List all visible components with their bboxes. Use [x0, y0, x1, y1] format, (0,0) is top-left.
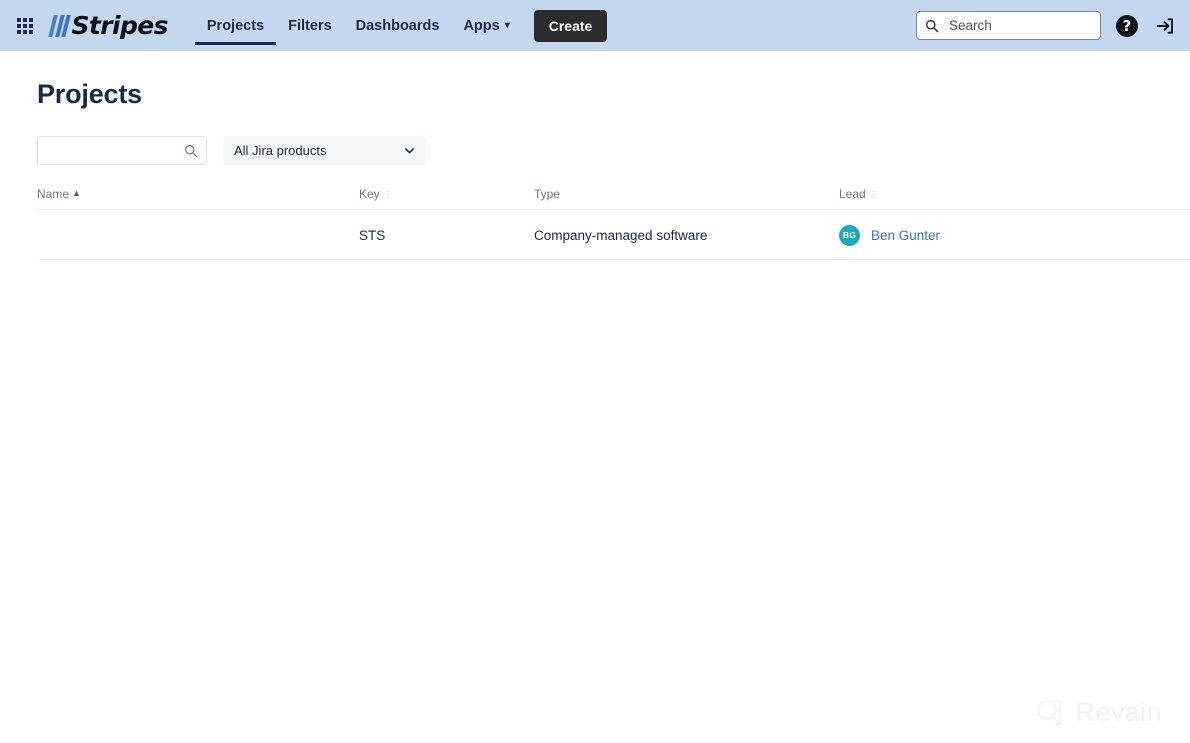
column-header-key[interactable]: Key ⋮ [359, 187, 534, 210]
stripes-logo-icon [48, 14, 71, 37]
column-header-name[interactable]: Name ▲ [37, 187, 359, 210]
column-header-type[interactable]: Type [534, 187, 839, 210]
page-content: Projects All Jira products Name▲ Key⋮ [0, 51, 1190, 260]
table-body: Stripes STS Company-managed software BG … [37, 209, 1190, 260]
chevron-down-icon: ▾ [504, 19, 510, 31]
brand-logo[interactable]: Stripes [48, 11, 169, 40]
column-header-actions [1092, 187, 1190, 210]
column-header-lead[interactable]: Lead ⋮ [839, 187, 1092, 210]
global-search[interactable] [916, 11, 1101, 40]
create-button[interactable]: Create [533, 9, 608, 42]
nav-item-filters-label: Filters [288, 17, 332, 34]
global-search-input[interactable] [916, 11, 1101, 40]
project-name-cell: Stripes [0, 225, 359, 245]
sort-idle-icon: ⋮ [869, 190, 878, 199]
project-search[interactable] [37, 136, 207, 165]
table-row[interactable]: Stripes STS Company-managed software BG … [37, 209, 1190, 260]
main-nav: Projects Filters Dashboards Apps ▾ [194, 0, 522, 51]
brand-name: Stripes [71, 11, 169, 40]
help-icon[interactable]: ? [1116, 14, 1138, 37]
nav-item-apps[interactable]: Apps ▾ [451, 0, 521, 51]
lead-cell: BG Ben Gunter [839, 224, 1092, 246]
column-header-name-label: Name [37, 187, 70, 201]
nav-item-filters[interactable]: Filters [276, 0, 344, 51]
cell-actions [1092, 209, 1190, 260]
projects-table: Name ▲ Key ⋮ Type Lead ⋮ STS Company-man… [37, 187, 1190, 260]
nav-item-apps-label: Apps [463, 17, 500, 34]
revain-watermark: Revain [1032, 695, 1162, 729]
cell-lead: BG Ben Gunter [839, 209, 1092, 260]
revain-logo-icon [1036, 700, 1061, 725]
sort-ascending-icon: ▲ [72, 188, 81, 198]
nav-item-projects-label: Projects [206, 17, 265, 34]
app-switcher-icon[interactable] [12, 13, 38, 39]
product-filter-value: All Jira products [234, 143, 327, 158]
lead-name-link[interactable]: Ben Gunter [871, 228, 940, 243]
sort-idle-icon: ⋮ [383, 190, 392, 199]
nav-item-dashboards-label: Dashboards [355, 17, 440, 34]
nav-item-projects[interactable]: Projects [194, 0, 277, 51]
column-header-key-label: Key [359, 187, 380, 201]
avatar: BG [839, 224, 860, 246]
chevron-down-icon [405, 148, 414, 154]
table-header-row: Name ▲ Key ⋮ Type Lead ⋮ [37, 187, 1190, 210]
cell-key: STS [359, 209, 534, 260]
cell-name: Stripes [37, 209, 359, 260]
column-header-type-label: Type [534, 187, 561, 201]
nav-item-dashboards[interactable]: Dashboards [344, 0, 452, 51]
cell-type: Company-managed software [534, 209, 839, 260]
page-title: Projects [37, 79, 142, 109]
grid-dots [17, 17, 33, 34]
table-header: Name ▲ Key ⋮ Type Lead ⋮ [37, 187, 1190, 210]
filter-bar: All Jira products [37, 136, 1153, 165]
revain-watermark-text: Revain [1075, 696, 1162, 727]
topbar-right-actions: ? [916, 11, 1176, 40]
sign-in-icon[interactable] [1154, 15, 1176, 37]
column-header-lead-label: Lead [839, 187, 866, 201]
product-filter-dropdown[interactable]: All Jira products [223, 136, 426, 165]
project-search-input[interactable] [37, 136, 207, 165]
top-navigation-bar: Stripes Projects Filters Dashboards Apps… [0, 0, 1190, 51]
